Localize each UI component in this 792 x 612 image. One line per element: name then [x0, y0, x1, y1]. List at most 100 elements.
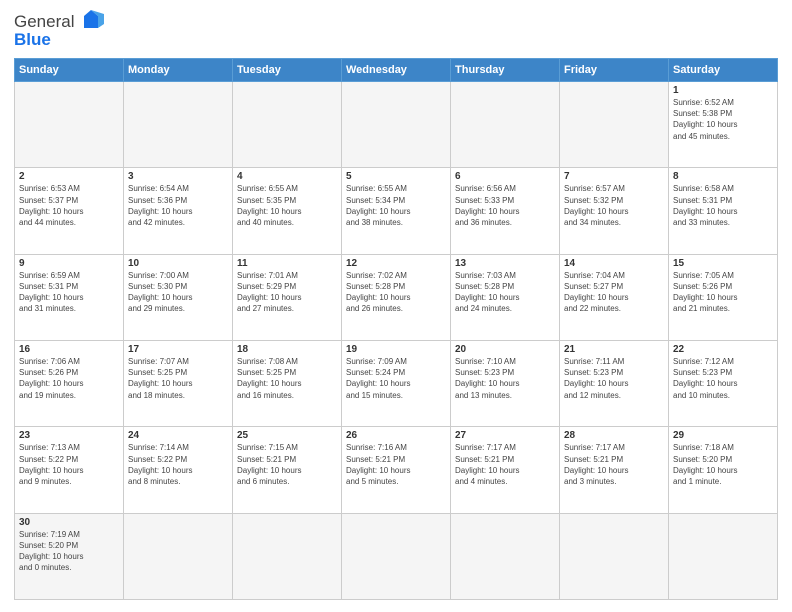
day-number: 17 — [128, 344, 228, 355]
col-thursday: Thursday — [451, 59, 560, 82]
day-info: Sunrise: 7:11 AM Sunset: 5:23 PM Dayligh… — [564, 356, 664, 401]
day-number: 10 — [128, 258, 228, 269]
calendar-cell: 11Sunrise: 7:01 AM Sunset: 5:29 PM Dayli… — [233, 254, 342, 340]
col-saturday: Saturday — [669, 59, 778, 82]
day-info: Sunrise: 7:01 AM Sunset: 5:29 PM Dayligh… — [237, 270, 337, 315]
day-info: Sunrise: 6:55 AM Sunset: 5:35 PM Dayligh… — [237, 183, 337, 228]
calendar-cell: 21Sunrise: 7:11 AM Sunset: 5:23 PM Dayli… — [560, 340, 669, 426]
calendar-cell: 15Sunrise: 7:05 AM Sunset: 5:26 PM Dayli… — [669, 254, 778, 340]
day-info: Sunrise: 6:53 AM Sunset: 5:37 PM Dayligh… — [19, 183, 119, 228]
calendar-cell: 17Sunrise: 7:07 AM Sunset: 5:25 PM Dayli… — [124, 340, 233, 426]
logo-general-text: General — [14, 12, 74, 32]
logo-icon — [76, 10, 106, 32]
calendar-cell — [233, 82, 342, 168]
day-number: 27 — [455, 430, 555, 441]
day-number: 3 — [128, 171, 228, 182]
day-number: 15 — [673, 258, 773, 269]
day-info: Sunrise: 6:54 AM Sunset: 5:36 PM Dayligh… — [128, 183, 228, 228]
day-info: Sunrise: 7:04 AM Sunset: 5:27 PM Dayligh… — [564, 270, 664, 315]
calendar-week-row: 16Sunrise: 7:06 AM Sunset: 5:26 PM Dayli… — [15, 340, 778, 426]
day-info: Sunrise: 7:10 AM Sunset: 5:23 PM Dayligh… — [455, 356, 555, 401]
day-number: 5 — [346, 171, 446, 182]
day-number: 2 — [19, 171, 119, 182]
day-info: Sunrise: 7:12 AM Sunset: 5:23 PM Dayligh… — [673, 356, 773, 401]
calendar-cell: 4Sunrise: 6:55 AM Sunset: 5:35 PM Daylig… — [233, 168, 342, 254]
col-sunday: Sunday — [15, 59, 124, 82]
day-number: 16 — [19, 344, 119, 355]
day-info: Sunrise: 7:18 AM Sunset: 5:20 PM Dayligh… — [673, 442, 773, 487]
calendar-cell: 18Sunrise: 7:08 AM Sunset: 5:25 PM Dayli… — [233, 340, 342, 426]
col-wednesday: Wednesday — [342, 59, 451, 82]
calendar-cell: 6Sunrise: 6:56 AM Sunset: 5:33 PM Daylig… — [451, 168, 560, 254]
calendar-cell — [451, 82, 560, 168]
day-info: Sunrise: 7:16 AM Sunset: 5:21 PM Dayligh… — [346, 442, 446, 487]
calendar-cell: 25Sunrise: 7:15 AM Sunset: 5:21 PM Dayli… — [233, 427, 342, 513]
day-number: 30 — [19, 517, 119, 528]
day-info: Sunrise: 7:08 AM Sunset: 5:25 PM Dayligh… — [237, 356, 337, 401]
day-info: Sunrise: 7:17 AM Sunset: 5:21 PM Dayligh… — [564, 442, 664, 487]
day-info: Sunrise: 7:07 AM Sunset: 5:25 PM Dayligh… — [128, 356, 228, 401]
calendar-cell — [342, 513, 451, 599]
day-number: 25 — [237, 430, 337, 441]
day-info: Sunrise: 6:59 AM Sunset: 5:31 PM Dayligh… — [19, 270, 119, 315]
page: General Blue Sunday Monday Tuesday Wedne… — [0, 0, 792, 612]
calendar-cell — [560, 82, 669, 168]
calendar-cell — [560, 513, 669, 599]
calendar-week-row: 1Sunrise: 6:52 AM Sunset: 5:38 PM Daylig… — [15, 82, 778, 168]
day-number: 12 — [346, 258, 446, 269]
calendar-cell: 5Sunrise: 6:55 AM Sunset: 5:34 PM Daylig… — [342, 168, 451, 254]
calendar-cell — [451, 513, 560, 599]
header: General Blue — [14, 12, 778, 50]
calendar-cell: 22Sunrise: 7:12 AM Sunset: 5:23 PM Dayli… — [669, 340, 778, 426]
logo-blue-text: Blue — [14, 30, 51, 49]
day-number: 23 — [19, 430, 119, 441]
calendar-cell: 3Sunrise: 6:54 AM Sunset: 5:36 PM Daylig… — [124, 168, 233, 254]
day-info: Sunrise: 7:06 AM Sunset: 5:26 PM Dayligh… — [19, 356, 119, 401]
day-info: Sunrise: 7:14 AM Sunset: 5:22 PM Dayligh… — [128, 442, 228, 487]
calendar-cell: 28Sunrise: 7:17 AM Sunset: 5:21 PM Dayli… — [560, 427, 669, 513]
calendar-cell: 7Sunrise: 6:57 AM Sunset: 5:32 PM Daylig… — [560, 168, 669, 254]
calendar-week-row: 9Sunrise: 6:59 AM Sunset: 5:31 PM Daylig… — [15, 254, 778, 340]
calendar-header-row: Sunday Monday Tuesday Wednesday Thursday… — [15, 59, 778, 82]
calendar-cell: 30Sunrise: 7:19 AM Sunset: 5:20 PM Dayli… — [15, 513, 124, 599]
day-info: Sunrise: 7:02 AM Sunset: 5:28 PM Dayligh… — [346, 270, 446, 315]
day-info: Sunrise: 7:05 AM Sunset: 5:26 PM Dayligh… — [673, 270, 773, 315]
calendar-cell: 27Sunrise: 7:17 AM Sunset: 5:21 PM Dayli… — [451, 427, 560, 513]
day-number: 20 — [455, 344, 555, 355]
calendar-cell: 13Sunrise: 7:03 AM Sunset: 5:28 PM Dayli… — [451, 254, 560, 340]
day-number: 11 — [237, 258, 337, 269]
day-number: 19 — [346, 344, 446, 355]
col-monday: Monday — [124, 59, 233, 82]
calendar-week-row: 30Sunrise: 7:19 AM Sunset: 5:20 PM Dayli… — [15, 513, 778, 599]
calendar-cell — [124, 513, 233, 599]
calendar-cell: 1Sunrise: 6:52 AM Sunset: 5:38 PM Daylig… — [669, 82, 778, 168]
calendar-week-row: 23Sunrise: 7:13 AM Sunset: 5:22 PM Dayli… — [15, 427, 778, 513]
day-info: Sunrise: 7:09 AM Sunset: 5:24 PM Dayligh… — [346, 356, 446, 401]
calendar-cell: 2Sunrise: 6:53 AM Sunset: 5:37 PM Daylig… — [15, 168, 124, 254]
day-info: Sunrise: 7:19 AM Sunset: 5:20 PM Dayligh… — [19, 529, 119, 574]
day-number: 14 — [564, 258, 664, 269]
calendar-cell — [233, 513, 342, 599]
day-number: 29 — [673, 430, 773, 441]
day-number: 24 — [128, 430, 228, 441]
day-number: 1 — [673, 85, 773, 96]
calendar-cell: 29Sunrise: 7:18 AM Sunset: 5:20 PM Dayli… — [669, 427, 778, 513]
day-number: 8 — [673, 171, 773, 182]
day-info: Sunrise: 7:15 AM Sunset: 5:21 PM Dayligh… — [237, 442, 337, 487]
calendar-cell — [15, 82, 124, 168]
day-number: 7 — [564, 171, 664, 182]
logo: General Blue — [14, 12, 106, 50]
col-friday: Friday — [560, 59, 669, 82]
calendar-cell: 14Sunrise: 7:04 AM Sunset: 5:27 PM Dayli… — [560, 254, 669, 340]
day-number: 6 — [455, 171, 555, 182]
calendar-cell: 12Sunrise: 7:02 AM Sunset: 5:28 PM Dayli… — [342, 254, 451, 340]
day-number: 18 — [237, 344, 337, 355]
day-number: 4 — [237, 171, 337, 182]
day-info: Sunrise: 7:03 AM Sunset: 5:28 PM Dayligh… — [455, 270, 555, 315]
day-info: Sunrise: 6:55 AM Sunset: 5:34 PM Dayligh… — [346, 183, 446, 228]
calendar-cell: 10Sunrise: 7:00 AM Sunset: 5:30 PM Dayli… — [124, 254, 233, 340]
day-number: 13 — [455, 258, 555, 269]
calendar-cell: 8Sunrise: 6:58 AM Sunset: 5:31 PM Daylig… — [669, 168, 778, 254]
day-info: Sunrise: 7:13 AM Sunset: 5:22 PM Dayligh… — [19, 442, 119, 487]
calendar-table: Sunday Monday Tuesday Wednesday Thursday… — [14, 58, 778, 600]
